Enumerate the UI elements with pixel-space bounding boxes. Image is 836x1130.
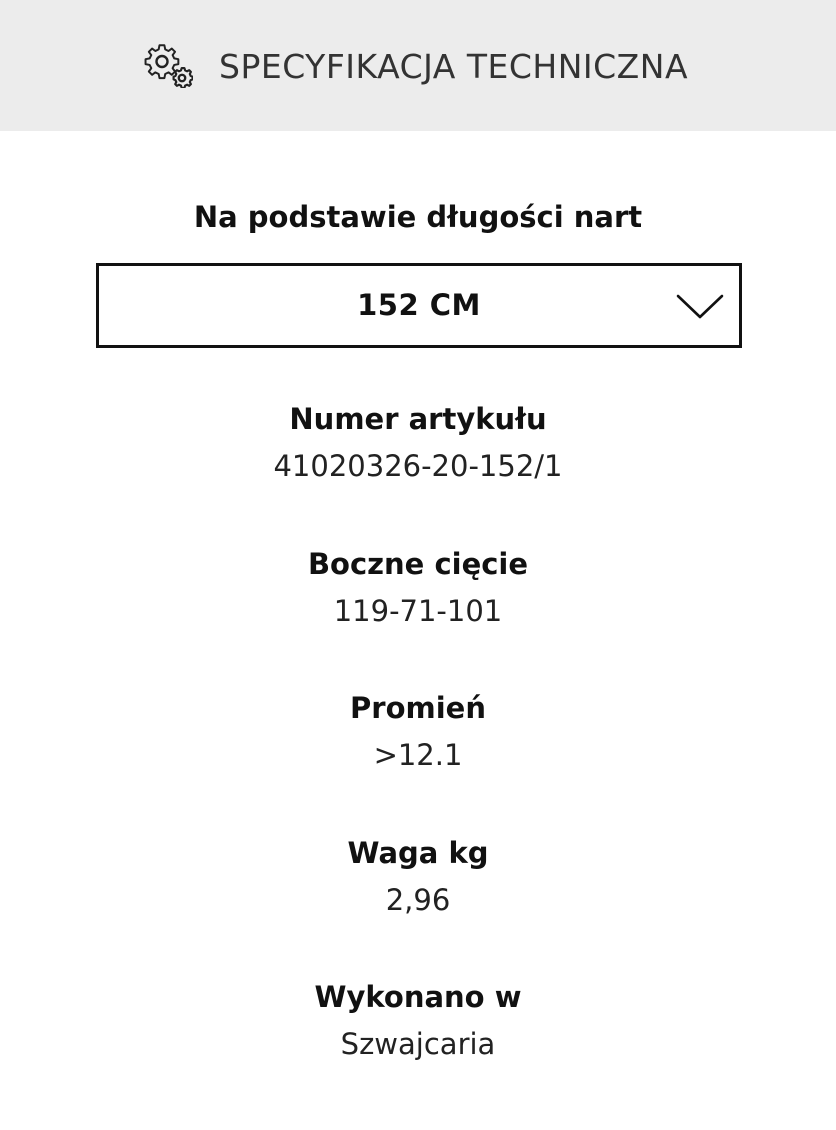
spec-item-radius: Promień >12.1 <box>0 686 836 778</box>
ski-length-select[interactable]: 152 CM <box>96 263 742 348</box>
spec-header-content: SPECYFIKACJA TECHNICZNA <box>143 38 688 94</box>
spec-value: >12.1 <box>373 738 463 772</box>
spec-item-weight: Waga kg 2,96 <box>0 831 836 923</box>
spec-value: Szwajcaria <box>340 1027 496 1061</box>
ski-length-selected-value: 152 CM <box>357 288 481 322</box>
length-selector-label: Na podstawie długości nart <box>193 200 643 234</box>
spec-header-title: SPECYFIKACJA TECHNICZNA <box>219 46 689 86</box>
spec-label: Numer artykułu <box>289 402 547 436</box>
spec-header[interactable]: SPECYFIKACJA TECHNICZNA <box>0 0 836 131</box>
spec-label: Boczne cięcie <box>307 547 529 581</box>
spec-label: Promień <box>350 691 486 725</box>
spec-item-made-in: Wykonano w Szwajcaria <box>0 975 836 1067</box>
spec-value: 41020326-20-152/1 <box>273 449 563 483</box>
chevron-down-icon <box>676 294 724 319</box>
spec-label: Wykonano w <box>314 980 522 1014</box>
spec-label: Waga kg <box>347 836 489 870</box>
spec-item-article-number: Numer artykułu 41020326-20-152/1 <box>0 397 836 489</box>
spec-item-sidecut: Boczne cięcie 119-71-101 <box>0 542 836 634</box>
spec-value: 2,96 <box>385 883 451 917</box>
spec-value: 119-71-101 <box>333 594 503 628</box>
gear-icon <box>144 44 193 88</box>
